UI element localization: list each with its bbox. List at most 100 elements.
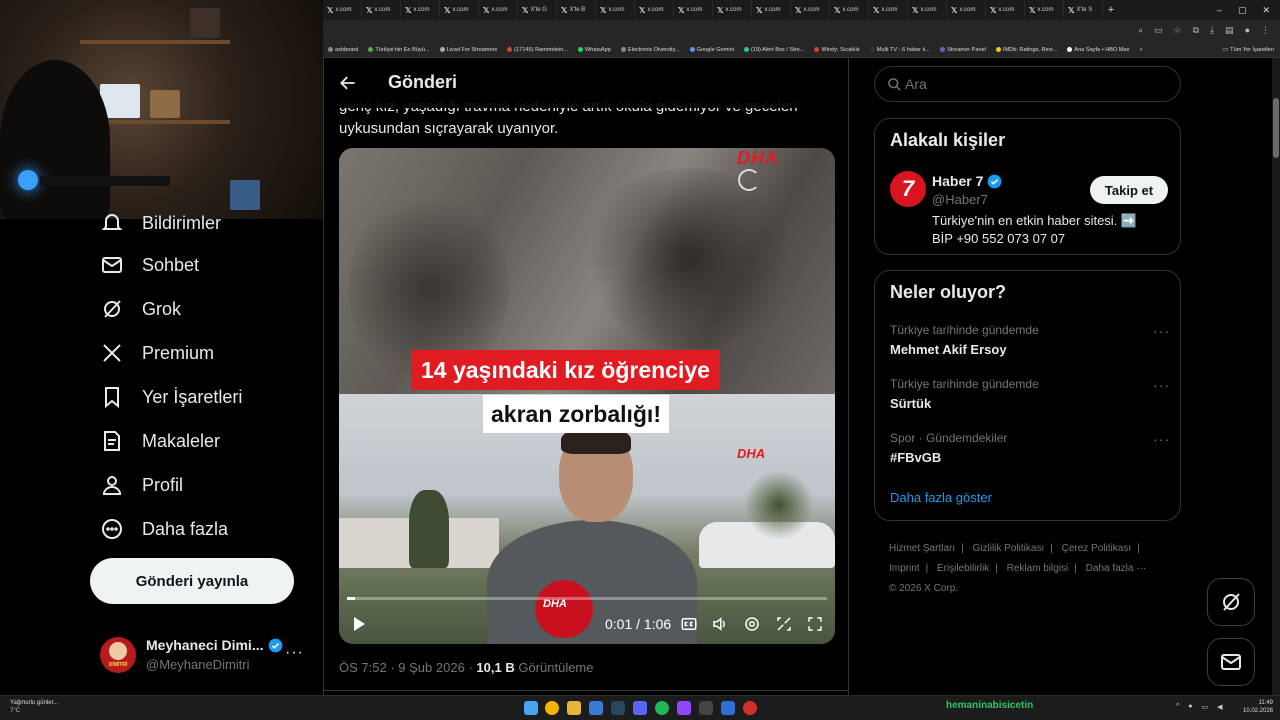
nav-notifications[interactable]: Bildirimler bbox=[100, 211, 221, 235]
footer-link[interactable]: Çerez Politikası bbox=[1062, 543, 1131, 554]
browser-tab[interactable]: 𝕏x.com bbox=[791, 0, 830, 20]
minimize-button[interactable]: – bbox=[1217, 5, 1222, 16]
more-dots-icon[interactable]: ··· bbox=[1153, 377, 1170, 393]
post-button[interactable]: Gönderi yayınla bbox=[90, 558, 294, 604]
steam-icon[interactable] bbox=[611, 701, 625, 715]
video-player[interactable]: DHA DHA DHA 14 yaşındaki kız öğrenciye a… bbox=[339, 148, 835, 644]
profile-icon[interactable]: ● bbox=[1245, 25, 1250, 36]
nav-bookmarks[interactable]: Yer İşaretleri bbox=[100, 385, 242, 409]
grok-fab[interactable] bbox=[1207, 578, 1255, 626]
tweet-time[interactable]: ÖS 7:52 bbox=[339, 660, 387, 675]
browser-tab[interactable]: 𝕏x.com bbox=[869, 0, 908, 20]
profile-name[interactable]: Haber 7 bbox=[932, 173, 983, 189]
footer-link[interactable]: Imprint bbox=[889, 563, 920, 574]
tray-chevron-icon[interactable]: ^ bbox=[1176, 703, 1179, 711]
bookmark-item[interactable]: Ana Sayfa • HBO Max bbox=[1062, 47, 1134, 53]
browser-tab[interactable]: 𝕏x.com bbox=[479, 0, 518, 20]
twitch-icon[interactable] bbox=[677, 701, 691, 715]
browser-tab[interactable]: 𝕏x.com bbox=[596, 0, 635, 20]
browser-tab[interactable]: 𝕏x.com bbox=[908, 0, 947, 20]
nav-profile[interactable]: Profil bbox=[100, 473, 183, 497]
browser-tab[interactable]: 𝕏x.com bbox=[752, 0, 791, 20]
bookmark-item[interactable]: Windy: Sıcaklık bbox=[809, 47, 864, 53]
footer-link[interactable]: Hizmet Şartları bbox=[889, 543, 955, 554]
app-icon[interactable] bbox=[699, 701, 713, 715]
nav-articles[interactable]: Makaleler bbox=[100, 429, 220, 453]
tweet-date[interactable]: 9 Şub 2026 bbox=[398, 660, 465, 675]
browser-tab[interactable]: 𝕏x.com bbox=[986, 0, 1025, 20]
extensions-icon[interactable]: ⧉ bbox=[1193, 25, 1199, 36]
app-icon[interactable] bbox=[743, 701, 757, 715]
trend-item[interactable]: Spor · Gündemdekiler #FBvGB ··· bbox=[890, 431, 1170, 465]
footer-link[interactable]: Daha fazla ··· bbox=[1086, 563, 1147, 574]
browser-tab[interactable]: 𝕏x.com bbox=[1025, 0, 1064, 20]
messages-fab[interactable] bbox=[1207, 638, 1255, 686]
bookmark-item[interactable]: WhatsApp bbox=[573, 47, 616, 53]
browser-tab[interactable]: 𝕏x.com bbox=[635, 0, 674, 20]
app-icon[interactable] bbox=[721, 701, 735, 715]
bookmark-item[interactable]: ashboard bbox=[323, 47, 363, 53]
browser-tab[interactable]: 𝕏 X'te B bbox=[557, 0, 596, 20]
browser-tab[interactable]: 𝕏x.com bbox=[440, 0, 479, 20]
browser-tab[interactable]: 𝕏x.com bbox=[830, 0, 869, 20]
menu-icon[interactable]: ⋮ bbox=[1261, 25, 1270, 36]
bookmarks-overflow[interactable]: » bbox=[1134, 47, 1147, 53]
all-bookmarks-folder[interactable]: ▭ Tüm Yer İşaretleri bbox=[1218, 47, 1280, 53]
bookmark-item[interactable]: Google Gemini bbox=[685, 47, 739, 53]
bookmark-item[interactable]: Streamer Panel bbox=[935, 47, 991, 53]
footer-link[interactable]: Reklam bilgisi bbox=[1007, 563, 1069, 574]
captions-icon[interactable] bbox=[680, 615, 698, 633]
maximize-button[interactable]: ▢ bbox=[1238, 5, 1247, 16]
browser-tab[interactable]: 𝕏 X'te G bbox=[518, 0, 557, 20]
nav-more[interactable]: Daha fazla bbox=[100, 517, 228, 541]
bookmark-item[interactable]: Multi TV - 6 haber k... bbox=[865, 47, 935, 53]
nav-chat[interactable]: Sohbet bbox=[100, 253, 199, 277]
bookmark-item[interactable]: Electronic Diversity... bbox=[616, 47, 685, 53]
file-explorer-icon[interactable] bbox=[567, 701, 581, 715]
zoom-icon[interactable]: ⌕ bbox=[1138, 25, 1143, 36]
bookmark-item[interactable]: Türkiye'nin En Büyü... bbox=[363, 47, 434, 53]
clock[interactable]: 11:49 10.02.2026 bbox=[1243, 699, 1273, 715]
fullscreen-icon[interactable] bbox=[806, 615, 824, 633]
network-icon[interactable]: ▭ bbox=[1202, 703, 1209, 711]
volume-icon[interactable]: ◀ bbox=[1217, 703, 1222, 711]
scrollbar-thumb[interactable] bbox=[1273, 98, 1279, 158]
show-more-link[interactable]: Daha fazla göster bbox=[890, 490, 992, 505]
browser-tab[interactable]: 𝕏 X'te S bbox=[1064, 0, 1103, 20]
spotify-icon[interactable] bbox=[655, 701, 669, 715]
browser-tab[interactable]: 𝕏x.com bbox=[947, 0, 986, 20]
new-tab-button[interactable]: + bbox=[1103, 4, 1119, 16]
browser-tab[interactable]: 𝕏x.com bbox=[401, 0, 440, 20]
nav-grok[interactable]: Grok bbox=[100, 297, 181, 321]
browser-tab[interactable]: 𝕏x.com bbox=[713, 0, 752, 20]
weather-widget[interactable]: Yağmurlu günler... 7°C bbox=[10, 699, 58, 715]
cast-icon[interactable]: ▭ bbox=[1154, 25, 1163, 36]
more-dots-icon[interactable]: ··· bbox=[1153, 323, 1170, 339]
bookmark-item[interactable]: Livad For Streamers bbox=[435, 47, 503, 53]
bookmark-item[interactable]: (17145) Rammstein... bbox=[502, 47, 573, 53]
follow-button[interactable]: Takip et bbox=[1090, 176, 1168, 204]
settings-gear-icon[interactable] bbox=[743, 615, 761, 633]
account-more-icon[interactable]: ··· bbox=[285, 644, 304, 662]
bookmark-item[interactable]: (19) Alert Box / Stre... bbox=[739, 47, 809, 53]
trend-item[interactable]: Türkiye tarihinde gündemde Mehmet Akif E… bbox=[890, 323, 1170, 357]
footer-link[interactable]: Gizlilik Politikası bbox=[973, 543, 1045, 554]
browser-tab[interactable]: 𝕏x.com bbox=[362, 0, 401, 20]
app-icon[interactable] bbox=[589, 701, 603, 715]
search-box[interactable] bbox=[874, 66, 1181, 102]
chrome-icon[interactable] bbox=[545, 701, 559, 715]
back-arrow-icon[interactable] bbox=[338, 73, 358, 93]
close-button[interactable]: ✕ bbox=[1262, 5, 1270, 16]
more-dots-icon[interactable]: ··· bbox=[1153, 431, 1170, 447]
scrollbar[interactable] bbox=[1272, 58, 1280, 695]
search-input[interactable] bbox=[905, 68, 1165, 100]
footer-link[interactable]: Erişilebilirlik bbox=[937, 563, 989, 574]
volume-icon[interactable] bbox=[711, 615, 729, 633]
avatar[interactable]: 7 bbox=[890, 171, 926, 207]
browser-tab[interactable]: 𝕏x.com bbox=[323, 0, 362, 20]
play-icon[interactable] bbox=[351, 616, 367, 632]
picture-in-picture-icon[interactable] bbox=[775, 615, 793, 633]
browser-tab[interactable]: 𝕏x.com bbox=[674, 0, 713, 20]
download-icon[interactable]: ⤓ bbox=[1210, 25, 1214, 36]
account-switcher[interactable]: DİMİTRİ Meyhaneci Dimi... @MeyhaneDimitr… bbox=[100, 634, 310, 678]
